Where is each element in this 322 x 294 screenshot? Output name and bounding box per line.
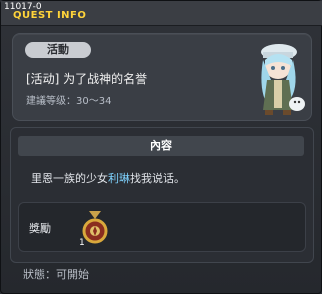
window-title: QUEST INFO: [13, 10, 87, 21]
quest-name: [活动] 为了战神的名誉: [26, 72, 148, 86]
window-header[interactable]: 11017-0 QUEST INFO: [1, 1, 322, 26]
content-text-before: 里恩一族的少女: [31, 172, 108, 185]
npc-portrait: [261, 44, 305, 115]
quest-summary-panel: 活動 [活动] 为了战神的名誉 建議等级：30～34: [12, 33, 312, 121]
npc-name-link[interactable]: 利琳: [108, 172, 130, 185]
level-label: 建議等级：: [26, 96, 76, 107]
content-header: 內容: [18, 136, 304, 156]
level-range: 30～34: [76, 96, 112, 107]
reward-label: 獎勵: [29, 222, 51, 235]
quest-detail-panel: 內容 里恩一族的少女利琳找我说话。 獎勵 1: [10, 127, 314, 263]
reward-item-slot[interactable]: 1: [77, 207, 113, 248]
quest-info-window: 11017-0 QUEST INFO 活動 [活动] 为了战神的名誉 建議等级：…: [0, 0, 322, 294]
content-text-after: 找我说话。: [130, 172, 185, 185]
status-label: 狀態：: [23, 268, 56, 281]
content-description: 里恩一族的少女利琳找我说话。: [31, 170, 185, 186]
quest-category-badge: 活動: [25, 42, 91, 58]
status-value: 可開始: [56, 268, 89, 281]
reward-item-count: 1: [79, 238, 85, 247]
reward-box: 獎勵 1: [18, 202, 306, 252]
medal-reward-icon: 1: [79, 211, 108, 248]
quest-status: 狀態：可開始: [23, 266, 89, 282]
recommended-level: 建議等级：30～34: [26, 92, 111, 107]
